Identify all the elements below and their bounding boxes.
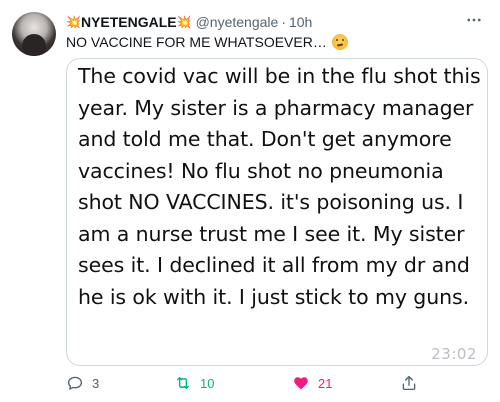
share-button[interactable] (400, 372, 418, 394)
tweet-text-content: NO VACCINE FOR ME WHATSOEVER… (66, 34, 327, 50)
separator-dot: · (281, 14, 286, 30)
media-screenshot-text: The covid vac will be in the flu shot th… (78, 64, 481, 309)
tweet-time[interactable]: 10h (289, 12, 312, 32)
name-decoration-right: 💥 (176, 15, 192, 29)
more-dots-svg (467, 18, 481, 22)
like-button[interactable]: 21 (292, 372, 332, 394)
heart-filled-icon (292, 374, 310, 392)
share-icon (400, 374, 418, 392)
name-decoration-left: 💥 (66, 15, 81, 29)
more-horizontal-icon[interactable] (462, 10, 486, 30)
tweet-header: 💥 NYETENGALE 💥 @nyetengale · 10h (66, 12, 312, 32)
tweet-actions: 3 10 21 (66, 372, 416, 394)
face-with-raised-eyebrow-icon (331, 34, 348, 50)
tweet-media-image[interactable]: The covid vac will be in the flu shot th… (66, 58, 488, 366)
media-screenshot-timestamp: 23:02 (431, 345, 477, 363)
reply-count: 3 (92, 375, 100, 391)
reply-button[interactable]: 3 (66, 372, 99, 394)
user-handle[interactable]: @nyetengale (196, 12, 279, 32)
display-name[interactable]: NYETENGALE (81, 12, 177, 32)
like-count: 21 (318, 375, 333, 391)
avatar[interactable] (12, 12, 56, 56)
tweet-text: NO VACCINE FOR ME WHATSOEVER… (66, 32, 348, 52)
tweet-card[interactable]: 💥 NYETENGALE 💥 @nyetengale · 10h NO VACC… (0, 0, 500, 402)
retweet-icon (174, 374, 192, 392)
retweet-count: 10 (200, 375, 215, 391)
reply-icon (66, 374, 84, 392)
retweet-button[interactable]: 10 (174, 372, 214, 394)
